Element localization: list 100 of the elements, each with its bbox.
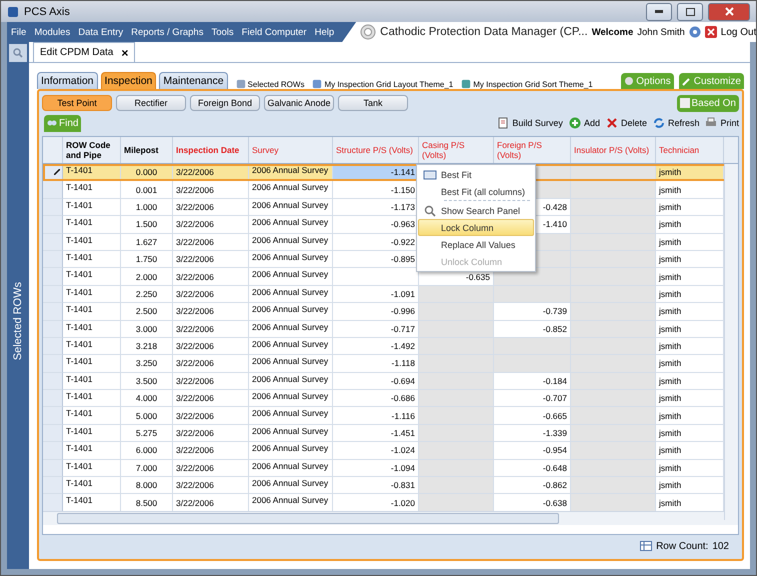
column-header[interactable]: Inspection Date bbox=[173, 137, 249, 163]
close-tab-button[interactable]: × bbox=[121, 46, 128, 60]
table-cell: 1.750 bbox=[121, 250, 173, 268]
maximize-button[interactable] bbox=[677, 2, 703, 20]
close-icon bbox=[724, 7, 734, 16]
table-cell: -1.141 bbox=[333, 164, 419, 182]
minimize-button[interactable] bbox=[646, 2, 672, 20]
table-cell: 0.000 bbox=[121, 164, 173, 182]
table-cell: 2006 Annual Survey bbox=[249, 303, 333, 321]
table-cell: jsmith bbox=[656, 268, 724, 286]
table-cell: T-1401 bbox=[63, 320, 121, 338]
table-cell: -0.717 bbox=[333, 320, 419, 338]
column-header[interactable]: Survey bbox=[249, 137, 333, 163]
search-icon bbox=[13, 48, 23, 58]
vertical-scrollbar[interactable] bbox=[724, 164, 738, 520]
table-cell: T-1401 bbox=[63, 494, 121, 511]
table-cell: -1.091 bbox=[333, 286, 419, 304]
sub-tab[interactable]: Galvanic Anode bbox=[264, 95, 334, 111]
help-icon[interactable] bbox=[688, 26, 701, 38]
menu-item[interactable]: Lock Column bbox=[418, 219, 534, 236]
side-panel-tab[interactable]: Selected ROWs bbox=[12, 282, 24, 360]
table-cell: T-1401 bbox=[63, 286, 121, 304]
table-cell: -0.665 bbox=[494, 407, 571, 425]
table-cell: 3.218 bbox=[121, 338, 173, 356]
table-cell: T-1401 bbox=[63, 198, 121, 216]
table-cell: T-1401 bbox=[63, 250, 121, 268]
table-cell: jsmith bbox=[656, 164, 724, 182]
menu-item[interactable]: Data Entry bbox=[74, 26, 128, 38]
sub-tab[interactable]: Test Point bbox=[42, 95, 112, 111]
tab[interactable]: Information bbox=[37, 72, 98, 89]
refresh-icon bbox=[652, 117, 665, 129]
table-cell: 3/22/2006 bbox=[173, 303, 249, 321]
table-cell: 3/22/2006 bbox=[173, 250, 249, 268]
toolbar-button[interactable]: Add bbox=[568, 117, 600, 129]
theme-link[interactable]: My Inspection Grid Layout Theme_1 bbox=[324, 80, 454, 88]
sub-tab[interactable]: Tank bbox=[338, 95, 408, 111]
table-cell: 3/22/2006 bbox=[173, 286, 249, 304]
menu-item[interactable]: Help bbox=[310, 26, 338, 38]
menu-item[interactable]: Replace All Values bbox=[418, 236, 534, 253]
table-cell: 3/22/2006 bbox=[173, 372, 249, 390]
table-cell: -1.094 bbox=[333, 460, 419, 478]
table-cell: 2006 Annual Survey bbox=[249, 286, 333, 304]
row-indicator[interactable] bbox=[43, 164, 63, 182]
table-cell: -1.451 bbox=[333, 424, 419, 442]
binoculars-icon bbox=[47, 119, 57, 127]
column-header[interactable]: Milepost bbox=[121, 137, 173, 163]
table-cell: jsmith bbox=[656, 390, 724, 408]
toolbar-button[interactable]: Build Survey bbox=[497, 117, 563, 129]
menu-item[interactable]: Field Computer bbox=[238, 26, 311, 38]
close-button[interactable] bbox=[708, 2, 750, 20]
toolbar-button[interactable]: Delete bbox=[606, 117, 647, 129]
cross-icon bbox=[606, 117, 618, 129]
menu-item[interactable]: Tools bbox=[207, 26, 238, 38]
table-cell: 8.000 bbox=[121, 477, 173, 494]
menu-item[interactable]: Best Fit (all columns) bbox=[418, 183, 534, 200]
table-cell: 3.250 bbox=[121, 355, 173, 373]
table-cell: jsmith bbox=[656, 424, 724, 442]
column-header[interactable]: Structure P/S (Volts) bbox=[333, 137, 419, 163]
table-cell: 3/22/2006 bbox=[173, 216, 249, 234]
menu-item[interactable]: Best Fit bbox=[418, 166, 534, 183]
tab[interactable]: Inspection bbox=[100, 72, 156, 89]
table-cell: 3/22/2006 bbox=[173, 355, 249, 373]
menu-item[interactable]: Reports / Graphs bbox=[127, 26, 208, 38]
column-header[interactable]: ROW Code and Pipe bbox=[63, 137, 121, 163]
table-cell: 3/22/2006 bbox=[173, 234, 249, 251]
table-cell: 2006 Annual Survey bbox=[249, 390, 333, 408]
table-cell: -1.116 bbox=[333, 407, 419, 425]
table-cell: T-1401 bbox=[63, 355, 121, 373]
table-cell: 2006 Annual Survey bbox=[249, 407, 333, 425]
table-cell: 2006 Annual Survey bbox=[249, 477, 333, 494]
search-button[interactable] bbox=[9, 44, 27, 62]
menu-item[interactable]: Modules bbox=[30, 26, 74, 38]
table-cell: 3/22/2006 bbox=[173, 460, 249, 478]
column-header[interactable]: Foreign P/S (Volts) bbox=[494, 137, 571, 163]
app-icon bbox=[7, 6, 19, 18]
toolbar-button[interactable]: Print bbox=[705, 117, 739, 129]
table-cell: -0.996 bbox=[333, 303, 419, 321]
table-cell: T-1401 bbox=[63, 460, 121, 478]
column-header[interactable]: Insulator P/S (Volts) bbox=[571, 137, 656, 163]
theme-link[interactable]: Selected ROWs bbox=[248, 80, 304, 88]
table-cell: jsmith bbox=[656, 372, 724, 390]
menu-item[interactable]: File bbox=[7, 26, 30, 38]
column-header[interactable]: Casing P/S (Volts) bbox=[419, 137, 494, 163]
table-cell: jsmith bbox=[656, 234, 724, 251]
table-cell: jsmith bbox=[656, 198, 724, 216]
theme-link[interactable]: My Inspection Grid Sort Theme_1 bbox=[473, 80, 593, 88]
table-cell: jsmith bbox=[656, 250, 724, 268]
table-cell: -0.831 bbox=[333, 477, 419, 494]
table-cell: 2006 Annual Survey bbox=[249, 198, 333, 216]
tab[interactable]: Maintenance bbox=[159, 72, 228, 89]
table-cell: -1.492 bbox=[333, 338, 419, 356]
column-header[interactable]: Technician bbox=[656, 137, 724, 163]
horizontal-scrollbar[interactable] bbox=[43, 511, 738, 525]
table-cell: 2006 Annual Survey bbox=[249, 494, 333, 511]
document-tab[interactable]: Edit CPDM Data × bbox=[33, 42, 136, 62]
logout-link[interactable]: Log Out bbox=[720, 26, 756, 38]
sub-tab[interactable]: Foreign Bond bbox=[190, 95, 260, 111]
sub-tab[interactable]: Rectifier bbox=[116, 95, 186, 111]
toolbar-button[interactable]: Refresh bbox=[652, 117, 700, 129]
close-icon[interactable] bbox=[704, 26, 717, 38]
